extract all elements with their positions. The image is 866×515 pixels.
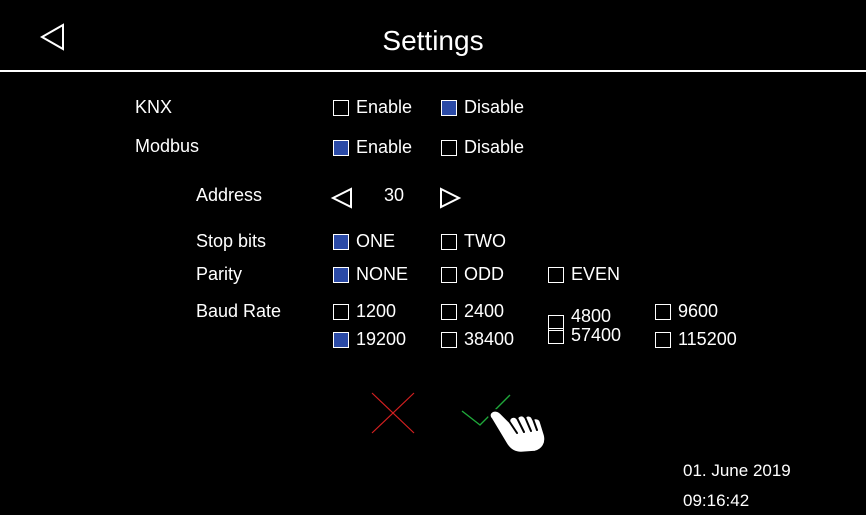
option-label: 4800 [571,305,612,326]
knx-label: KNX [135,97,173,117]
parity-none-option[interactable]: NONE [333,264,408,285]
parity-none-checkbox[interactable] [333,266,349,283]
knx-enable-option[interactable]: Enable [333,97,412,118]
baud-rate-19200-checkbox[interactable] [333,331,349,348]
option-label: TWO [464,231,506,251]
stop-bits-one-option[interactable]: ONE [333,231,395,252]
pointing-hand-icon [488,409,547,455]
knx-disable-checkbox[interactable] [441,99,457,116]
baud-rate-38400-checkbox[interactable] [441,331,457,348]
option-label: ONE [356,231,396,251]
status-date: 01. June 2019 [683,461,791,480]
address-value: 30 [384,185,405,205]
option-label: Enable [356,137,413,157]
parity-odd-checkbox[interactable] [441,266,457,283]
option-label: NONE [356,264,409,284]
left-triangle-icon[interactable] [330,186,354,210]
baud-rate-2400-option[interactable]: 2400 [441,301,504,322]
baud-rate-9600-checkbox[interactable] [655,304,671,320]
baud-rate-57400-option[interactable]: 57400 [548,325,621,346]
baud-rate-19200-option[interactable]: 19200 [333,329,406,350]
baud-rate-57400-checkbox[interactable] [548,327,564,344]
address-label: Address [196,185,263,205]
page-title: Settings [382,25,484,56]
modbus-enable-option[interactable]: Enable [333,137,412,158]
baud-rate-2400-checkbox[interactable] [441,304,457,320]
status-time: 09:16:42 [683,491,750,510]
baud-rate-38400-option[interactable]: 38400 [441,329,514,350]
knx-enable-checkbox[interactable] [333,99,349,116]
option-label: 19200 [356,329,407,349]
stop-bits-label: Stop bits [196,231,267,251]
knx-disable-option[interactable]: Disable [441,97,524,118]
stop-bits-two-checkbox[interactable] [441,233,457,250]
baud-rate-1200-option[interactable]: 1200 [333,301,396,322]
baud-rate-1200-checkbox[interactable] [333,304,349,320]
header-bar: Settings [0,0,866,72]
modbus-enable-checkbox[interactable] [333,139,349,156]
parity-even-checkbox[interactable] [548,266,564,283]
option-label: Disable [464,97,525,117]
option-label: 1200 [356,301,397,321]
baud-rate-9600-option[interactable]: 9600 [655,301,718,322]
option-label: 57400 [571,325,622,345]
baud-rate-115200-option[interactable]: 115200 [655,329,737,350]
parity-odd-option[interactable]: ODD [441,264,504,285]
stop-bits-two-option[interactable]: TWO [441,231,506,252]
option-label: 115200 [678,329,737,349]
baud-rate-115200-checkbox[interactable] [655,331,671,348]
stop-bits-one-checkbox[interactable] [333,233,349,250]
option-label: 9600 [678,301,719,321]
option-label: EVEN [571,264,621,284]
cancel-x-icon[interactable] [370,391,416,435]
right-triangle-icon[interactable] [438,186,462,210]
option-label: 2400 [464,301,505,321]
baud-rate-label: Baud Rate [196,301,282,321]
option-label: 38400 [464,329,515,349]
modbus-label: Modbus [135,136,200,156]
option-label: Disable [464,137,525,157]
parity-label: Parity [196,264,243,284]
option-label: ODD [464,264,504,284]
parity-even-option[interactable]: EVEN [548,264,620,285]
modbus-disable-option[interactable]: Disable [441,137,524,158]
option-label: Enable [356,97,413,117]
modbus-disable-checkbox[interactable] [441,139,457,156]
